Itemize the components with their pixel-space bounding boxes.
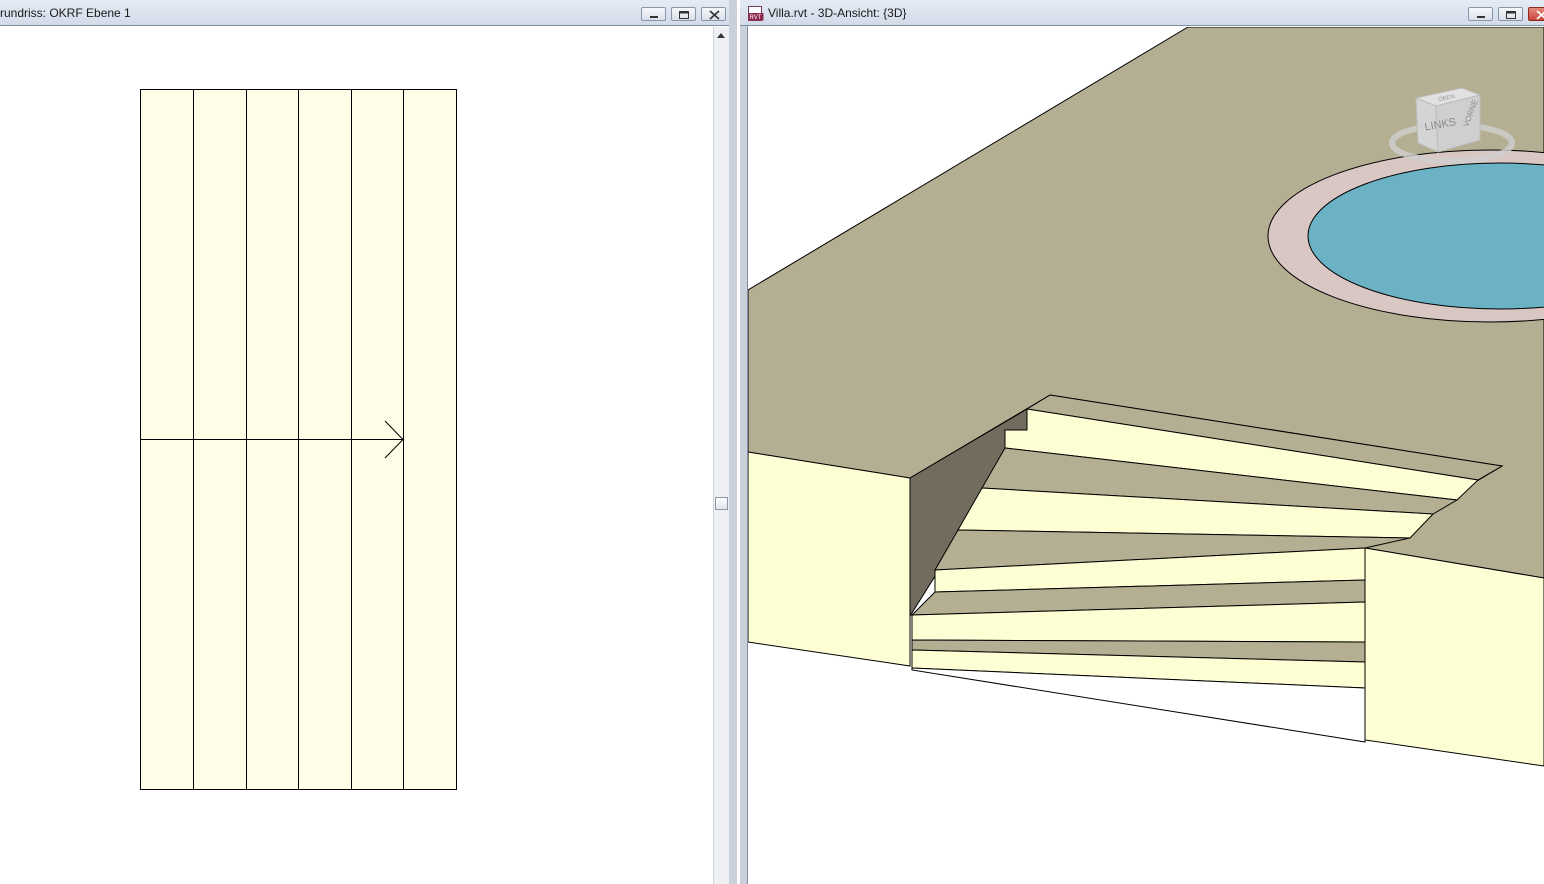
3d-view-frame bbox=[740, 26, 748, 884]
floor-plan-canvas[interactable] bbox=[0, 27, 713, 884]
left-wall-block bbox=[747, 451, 911, 667]
scroll-thumb[interactable] bbox=[715, 497, 728, 510]
close-button[interactable] bbox=[701, 7, 726, 21]
floor-plan-vertical-scrollbar[interactable] bbox=[713, 27, 729, 884]
close-button[interactable] bbox=[1528, 7, 1544, 21]
3d-view-window: RVT Villa.rvt - 3D-Ansicht: {3D} LINKS V… bbox=[740, 0, 1544, 884]
window-splitter[interactable] bbox=[729, 0, 737, 884]
svg-text:RVT: RVT bbox=[750, 15, 762, 21]
restore-button[interactable] bbox=[671, 7, 696, 21]
minimize-button[interactable] bbox=[641, 7, 666, 21]
3d-view-titlebar[interactable]: RVT Villa.rvt - 3D-Ansicht: {3D} bbox=[740, 0, 1544, 26]
3d-view-canvas[interactable]: LINKS VORNE OBEN bbox=[747, 26, 1544, 884]
restore-icon bbox=[679, 11, 689, 19]
minimize-icon bbox=[1477, 16, 1485, 18]
restore-button[interactable] bbox=[1498, 7, 1523, 21]
minimize-icon bbox=[650, 16, 658, 18]
scroll-up-arrow-icon[interactable] bbox=[717, 33, 725, 38]
3d-scene: LINKS VORNE OBEN bbox=[747, 26, 1544, 884]
minimize-button[interactable] bbox=[1468, 7, 1493, 21]
restore-icon bbox=[1506, 11, 1516, 19]
floor-plan-drawing bbox=[140, 89, 457, 790]
3d-view-title: Villa.rvt - 3D-Ansicht: {3D} bbox=[768, 6, 907, 20]
right-wall-block bbox=[1364, 547, 1544, 767]
revit-rvt-icon: RVT bbox=[748, 6, 764, 21]
floor-plan-titlebar[interactable]: rundriss: OKRF Ebene 1 bbox=[0, 0, 737, 26]
close-icon bbox=[709, 10, 720, 20]
floor-plan-window: rundriss: OKRF Ebene 1 bbox=[0, 0, 737, 884]
stair-plan[interactable] bbox=[140, 89, 457, 790]
close-icon bbox=[1536, 10, 1544, 20]
floor-plan-title: rundriss: OKRF Ebene 1 bbox=[0, 6, 131, 20]
